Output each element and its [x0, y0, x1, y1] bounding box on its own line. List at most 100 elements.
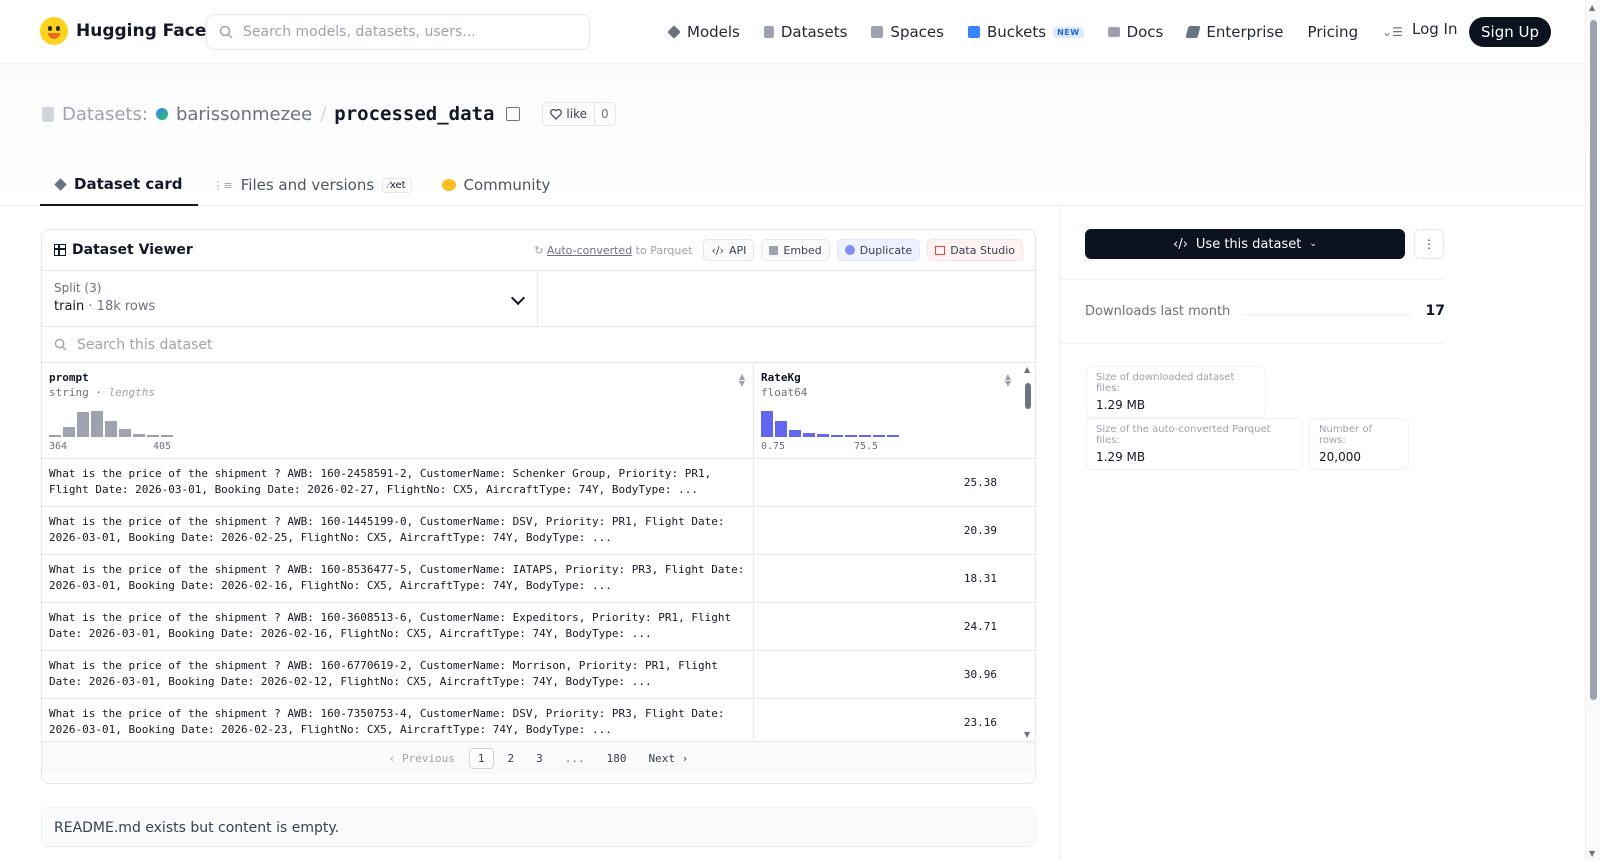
downloads-sparkline [1244, 307, 1412, 315]
split-select[interactable]: Split (3) train · 18k rows [42, 271, 538, 326]
viewer-header: Dataset Viewer ↻ Auto-converted to Parqu… [42, 230, 1035, 271]
tab-dataset-card[interactable]: Dataset card [40, 164, 198, 206]
heart-icon [550, 108, 563, 120]
scroll-up-icon[interactable]: ▲ [1589, 3, 1595, 12]
home-logo-link[interactable]: Hugging Face [40, 17, 206, 45]
page-3-button[interactable]: 3 [528, 749, 551, 768]
page-scrollbar[interactable]: ▲ ▼ [1585, 0, 1600, 861]
ratekg-cell[interactable]: 18.31 [754, 555, 1019, 602]
dataset-search[interactable] [42, 327, 1035, 363]
xet-badge: ⁄xet [382, 177, 412, 193]
duplicate-icon [844, 245, 855, 255]
tab-dataset-card-label: Dataset card [74, 175, 183, 193]
chevron-down-icon: ⌄ [1309, 239, 1317, 249]
more-menu-icon[interactable]: ⌄☰ [1382, 25, 1403, 39]
downloads-stat: Downloads last month 17 [1085, 303, 1445, 319]
downloads-value: 17 [1425, 303, 1445, 319]
ratekg-cell[interactable]: 20.39 [754, 507, 1019, 554]
nav-datasets[interactable]: Datasets [763, 20, 848, 44]
scroll-down-icon[interactable]: ▼ [1024, 730, 1030, 739]
copy-icon[interactable] [506, 107, 521, 121]
page-scroll-thumb[interactable] [1590, 20, 1597, 700]
dataset-viewer: Dataset Viewer ↻ Auto-converted to Parqu… [41, 229, 1036, 784]
models-icon [667, 25, 681, 39]
ratekg-cell[interactable]: 25.38 [754, 459, 1019, 506]
page-last-button[interactable]: 180 [599, 749, 635, 768]
prompt-cell[interactable]: What is the price of the shipment ? AWB:… [42, 555, 754, 602]
table-row[interactable]: What is the price of the shipment ? AWB:… [42, 651, 1035, 699]
column-type-name: string [49, 386, 89, 399]
global-search[interactable] [206, 14, 590, 50]
histogram-bar [161, 435, 173, 437]
repo-name[interactable]: processed_data [334, 103, 494, 125]
prompt-cell[interactable]: What is the price of the shipment ? AWB:… [42, 507, 754, 554]
stat-key: Size of downloaded dataset files: [1096, 372, 1235, 394]
prompt-cell[interactable]: What is the price of the shipment ? AWB:… [42, 699, 754, 741]
more-options-button[interactable]: ⋮ [1414, 229, 1444, 259]
data-studio-label: Data Studio [950, 243, 1015, 257]
scroll-thumb[interactable] [1025, 383, 1031, 409]
tab-files-and-versions[interactable]: ⋮≡ Files and versions ⁄xet [198, 164, 427, 206]
data-studio-button[interactable]: Data Studio [927, 239, 1023, 261]
breadcrumb-owner[interactable]: barissonmezee [176, 104, 312, 125]
ratekg-cell[interactable]: 23.16 [754, 699, 1019, 741]
tab-community[interactable]: Community [427, 164, 566, 206]
page-1-button[interactable]: 1 [468, 747, 494, 769]
sidebar-divider [1060, 343, 1444, 344]
table-row[interactable]: What is the price of the shipment ? AWB:… [42, 507, 1035, 555]
breadcrumb-section[interactable]: Datasets: [62, 104, 148, 125]
pagination: ‹ Previous 1 2 3 ... 180 Next › [42, 741, 1035, 774]
auto-converted-link[interactable]: Auto-converted [547, 244, 632, 257]
login-link[interactable]: Log In [1412, 20, 1458, 38]
table-row[interactable]: What is the price of the shipment ? AWB:… [42, 699, 1035, 741]
kebab-icon: ⋮ [1423, 237, 1435, 251]
nav-docs[interactable]: Docs [1107, 20, 1163, 44]
table-row[interactable]: What is the price of the shipment ? AWB:… [42, 459, 1035, 507]
histogram-bar [147, 435, 159, 437]
page-ellipsis: ... [564, 751, 585, 765]
histogram-bar [817, 434, 829, 437]
column-divider [1059, 206, 1060, 861]
table-row[interactable]: What is the price of the shipment ? AWB:… [42, 555, 1035, 603]
nav-models[interactable]: Models [667, 20, 740, 44]
sort-icon[interactable]: ▲ ▼ [739, 373, 745, 388]
global-search-input[interactable] [243, 24, 563, 40]
like-button[interactable]: like 0 [542, 102, 616, 126]
use-this-dataset-label: Use this dataset [1195, 236, 1302, 252]
api-button[interactable]: ‹/› API [703, 239, 755, 261]
table-header: prompt string · lengths ▲ ▼ 364 405 RateK… [42, 363, 1035, 459]
nav-enterprise[interactable]: Enterprise [1185, 20, 1284, 44]
histogram-bar [887, 435, 899, 437]
signup-button[interactable]: Sign Up [1469, 17, 1551, 47]
dataset-search-input[interactable] [77, 336, 477, 353]
prompt-cell[interactable]: What is the price of the shipment ? AWB:… [42, 651, 754, 698]
column-header-prompt: prompt string · lengths ▲ ▼ 364 405 [42, 363, 754, 458]
nav-pricing[interactable]: Pricing [1308, 20, 1359, 44]
previous-page-button[interactable]: ‹ Previous [381, 749, 463, 768]
duplicate-button[interactable]: Duplicate [836, 239, 921, 261]
embed-button[interactable]: Embed [761, 239, 830, 261]
prompt-cell[interactable]: What is the price of the shipment ? AWB:… [42, 459, 754, 506]
table-scrollbar[interactable]: ▲ ▼ [1021, 363, 1035, 741]
xet-badge-label: xet [389, 179, 406, 191]
brand-name: Hugging Face [76, 21, 207, 41]
scroll-up-icon[interactable]: ▲ [1024, 365, 1030, 374]
nav-spaces[interactable]: Spaces [871, 20, 944, 44]
table-row[interactable]: What is the price of the shipment ? AWB:… [42, 603, 1035, 651]
next-label: Next [648, 751, 676, 765]
prompt-cell[interactable]: What is the price of the shipment ? AWB:… [42, 603, 754, 650]
sort-icon[interactable]: ▲ ▼ [1005, 373, 1011, 388]
use-this-dataset-button[interactable]: ‹/› Use this dataset ⌄ [1085, 229, 1405, 259]
split-label: Split (3) [54, 281, 102, 295]
ratekg-cell[interactable]: 30.96 [754, 651, 1019, 698]
scroll-down-icon[interactable]: ▼ [1589, 849, 1595, 858]
ratekg-cell[interactable]: 24.71 [754, 603, 1019, 650]
split-name: train [54, 299, 85, 314]
page-2-button[interactable]: 2 [500, 749, 523, 768]
repo-tabs: Dataset card ⋮≡ Files and versions ⁄xet … [40, 164, 565, 206]
data-table: prompt string · lengths ▲ ▼ 364 405 RateK… [42, 363, 1035, 741]
previous-label: Previous [401, 751, 455, 765]
nav-datasets-label: Datasets [780, 23, 848, 41]
next-page-button[interactable]: Next › [641, 749, 697, 768]
nav-buckets[interactable]: Buckets NEW [967, 20, 1084, 44]
